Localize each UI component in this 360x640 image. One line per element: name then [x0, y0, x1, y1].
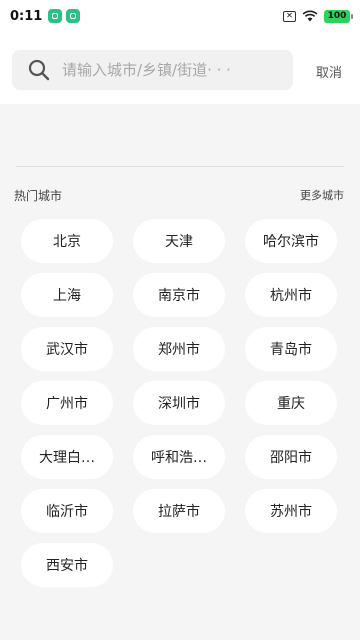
status-bar: 0:11 ✕ 100: [0, 0, 360, 32]
status-icons: ✕ 100: [283, 9, 353, 23]
city-chip[interactable]: 苏州市: [245, 489, 337, 533]
divider: [16, 166, 344, 167]
city-chip[interactable]: 邵阳市: [245, 435, 337, 479]
status-time: 0:11: [10, 8, 43, 24]
hot-cities-title: 热门城市: [14, 189, 63, 203]
city-chip[interactable]: 临沂市: [21, 489, 113, 533]
city-chip[interactable]: 北京: [21, 219, 113, 263]
city-chip[interactable]: 重庆: [245, 381, 337, 425]
city-chip[interactable]: 大理白…: [21, 435, 113, 479]
city-chip[interactable]: 广州市: [21, 381, 113, 425]
city-chip[interactable]: 深圳市: [133, 381, 225, 425]
city-chip[interactable]: 杭州市: [245, 273, 337, 317]
city-chip[interactable]: 南京市: [133, 273, 225, 317]
app-notification-icon: [48, 9, 63, 23]
cancel-button[interactable]: 取消: [304, 60, 354, 82]
city-chip[interactable]: 郑州市: [133, 327, 225, 371]
city-chip[interactable]: 哈尔滨市: [245, 219, 337, 263]
search-icon: [28, 59, 50, 81]
app-notification-icon: [66, 9, 81, 23]
city-chip[interactable]: 青岛市: [245, 327, 337, 371]
city-chip[interactable]: 武汉市: [21, 327, 113, 371]
city-chip[interactable]: 拉萨市: [133, 489, 225, 533]
city-chip[interactable]: 呼和浩…: [133, 435, 225, 479]
search-bar[interactable]: [12, 50, 293, 90]
more-cities-link[interactable]: 更多城市: [300, 187, 344, 203]
search-header: 取消: [0, 32, 360, 104]
city-chip[interactable]: 上海: [21, 273, 113, 317]
no-sim-icon: ✕: [283, 10, 296, 22]
wifi-icon: [302, 10, 318, 22]
city-chip[interactable]: 西安市: [21, 543, 113, 587]
search-input[interactable]: [62, 61, 272, 79]
city-chip[interactable]: 天津: [133, 219, 225, 263]
hot-cities-grid: 北京 天津 哈尔滨市 上海 南京市 杭州市 武汉市 郑州市 青岛市 广州市 深圳…: [21, 219, 339, 587]
battery-icon: 100: [324, 9, 353, 23]
